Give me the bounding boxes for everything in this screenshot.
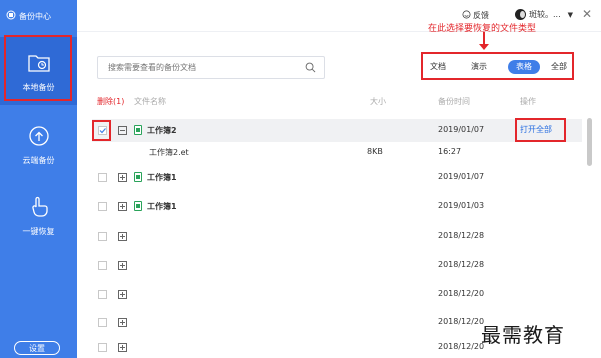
file-name: 工作簿2 (147, 126, 177, 135)
expand-icon[interactable] (118, 261, 127, 270)
highlight-row-checkbox (92, 120, 111, 141)
tab-spreadsheets[interactable]: 表格 (508, 60, 540, 74)
avatar (515, 9, 526, 20)
row-checkbox[interactable] (98, 290, 107, 299)
column-header-actions: 操作 (520, 97, 536, 106)
column-header-backup-time: 备份时间 (438, 97, 470, 106)
table-row-child[interactable]: 工作簿2.et 8KB 16:27 (92, 143, 582, 161)
highlight-local-backup (4, 35, 72, 101)
row-checkbox[interactable] (98, 173, 107, 182)
smile-icon (462, 10, 471, 21)
table-row[interactable]: 工作簿2 2019/01/07 (92, 119, 582, 142)
table-header: 删除(1) 文件名称 大小 备份时间 操作 (97, 96, 577, 110)
sidebar-item-one-click-restore[interactable]: 一键恢复 (0, 181, 77, 249)
feedback-label: 反馈 (473, 11, 489, 20)
watermark: 最需教育 (481, 323, 565, 347)
column-header-size: 大小 (370, 97, 386, 106)
backup-date: 2018/12/28 (438, 260, 485, 269)
row-checkbox[interactable] (98, 343, 107, 352)
hand-pointer-icon (26, 194, 52, 220)
table-row[interactable]: 工作簿1 2019/01/07 (92, 166, 582, 189)
backup-date: 2018/12/20 (438, 342, 485, 351)
settings-label: 设置 (29, 343, 45, 353)
search-box (97, 56, 325, 79)
table-row[interactable]: 2018/12/28 (92, 254, 582, 277)
row-checkbox[interactable] (98, 202, 107, 211)
backup-date: 2018/12/20 (438, 289, 485, 298)
table-row[interactable]: 2018/12/20 (92, 283, 582, 306)
chevron-down-icon: ▼ (567, 10, 574, 19)
file-name: 工作簿2.et (149, 148, 189, 157)
cloud-upload-icon (26, 123, 52, 149)
close-icon[interactable]: ✕ (582, 7, 592, 21)
user-menu[interactable]: 斑较。... ▼ (515, 9, 573, 20)
backup-center-window: 备份中心 本地备份 云端备份 一键恢复 设置 反馈 斑较。... ▼ ✕ 在此选… (0, 0, 601, 358)
file-size: 8KB (367, 147, 383, 156)
sidebar-item-cloud-backup[interactable]: 云端备份 (0, 110, 77, 178)
delete-button[interactable]: 删除(1) (97, 96, 124, 107)
settings-button[interactable]: 设置 (14, 341, 60, 355)
backup-time: 16:27 (438, 147, 462, 156)
search-icon[interactable] (305, 62, 316, 76)
expand-icon[interactable] (118, 343, 127, 352)
sidebar-item-label: 云端备份 (22, 155, 55, 165)
sidebar-item-label: 一键恢复 (22, 226, 55, 236)
table-row[interactable]: 2018/12/28 (92, 225, 582, 248)
row-checkbox[interactable] (98, 261, 107, 270)
sidebar-title: 备份中心 (19, 11, 51, 21)
column-header-name: 文件名称 (134, 97, 166, 106)
file-name: 工作簿1 (147, 173, 177, 182)
expand-icon[interactable] (118, 318, 127, 327)
row-checkbox[interactable] (98, 318, 107, 327)
expand-icon[interactable] (118, 202, 127, 211)
annotation-text: 在此选择要恢复的文件类型 (428, 24, 537, 34)
file-name: 工作簿1 (147, 202, 177, 211)
expand-icon[interactable] (118, 173, 127, 182)
user-name: 斑较。... (529, 10, 561, 19)
collapse-icon[interactable] (118, 126, 127, 135)
spreadsheet-file-icon (134, 201, 142, 211)
table-row[interactable]: 工作簿1 2019/01/03 (92, 195, 582, 218)
backup-date: 2019/01/07 (438, 125, 485, 134)
sidebar-header: 备份中心 (0, 0, 77, 32)
open-all-link[interactable]: 打开全部 (520, 124, 552, 135)
backup-date: 2018/12/20 (438, 317, 485, 326)
backup-center-icon (6, 10, 16, 22)
expand-icon[interactable] (118, 232, 127, 241)
backup-date: 2018/12/28 (438, 231, 485, 240)
search-input[interactable] (98, 57, 288, 78)
backup-date: 2019/01/03 (438, 201, 485, 210)
annotation-arrow-head (479, 44, 489, 50)
backup-date: 2019/01/07 (438, 172, 485, 181)
row-checkbox[interactable] (98, 232, 107, 241)
tab-documents[interactable]: 文档 (430, 60, 446, 74)
sidebar: 备份中心 本地备份 云端备份 一键恢复 设置 (0, 0, 77, 358)
scrollbar[interactable] (587, 118, 592, 166)
spreadsheet-file-icon (134, 125, 142, 135)
expand-icon[interactable] (118, 290, 127, 299)
spreadsheet-file-icon (134, 172, 142, 182)
tab-presentations[interactable]: 演示 (471, 60, 487, 74)
feedback-button[interactable]: 反馈 (462, 10, 489, 21)
tab-all[interactable]: 全部 (551, 60, 567, 74)
